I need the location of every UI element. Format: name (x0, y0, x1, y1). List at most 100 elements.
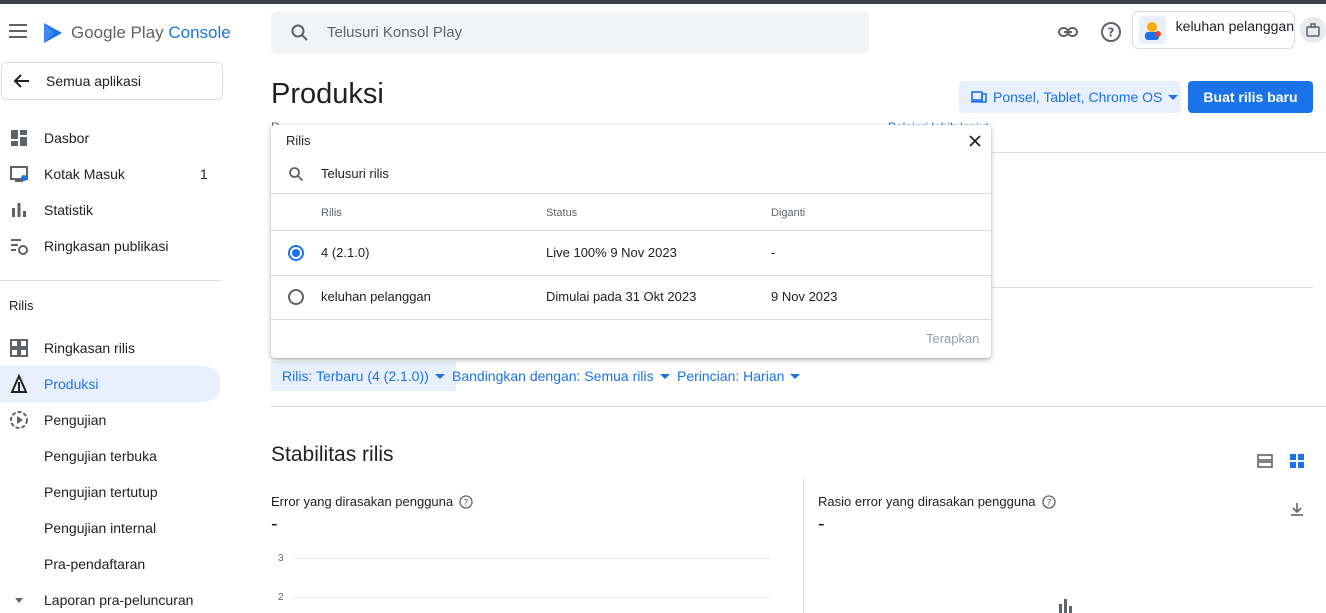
link-icon[interactable] (1056, 20, 1080, 44)
sidebar-item-label: Ringkasan rilis (44, 340, 136, 356)
release-filter-label: Rilis: Terbaru (4 (2.1.0)) (282, 368, 429, 384)
device-filter-label: Ponsel, Tablet, Chrome OS (993, 89, 1163, 105)
search-placeholder: Telusuri Konsol Play (327, 24, 463, 41)
sidebar-item-publishing-overview[interactable]: Ringkasan publikasi (0, 228, 221, 264)
sidebar-item-label: Laporan pra-peluncuran (44, 592, 194, 608)
column-header-status: Status (546, 207, 578, 219)
account-name: keluhan pelanggan (1175, 18, 1294, 34)
briefcase-icon (1306, 23, 1320, 37)
column-header-replaced: Diganti (771, 207, 806, 219)
sidebar-item-testing[interactable]: Pengujian (0, 402, 221, 438)
release-picker-title: Rilis (286, 133, 311, 148)
sidebar-item-pre-registration[interactable]: Pra-pendaftaran (0, 546, 221, 582)
search-icon (289, 167, 304, 182)
play-console-logo-icon (44, 23, 62, 43)
metric-value-user-perceived-errors: - (271, 513, 278, 535)
help-icon[interactable]: ? (1041, 494, 1056, 509)
release-search-input[interactable]: Telusuri rilis (321, 166, 389, 181)
release-radio-selected[interactable] (288, 245, 304, 261)
sidebar-item-label: Statistik (44, 202, 94, 218)
divider (271, 275, 991, 276)
release-status: Dimulai pada 31 Okt 2023 (546, 289, 697, 304)
sidebar-item-label: Produksi (44, 376, 99, 392)
release-replaced: - (771, 245, 776, 260)
sidebar-item-label: Kotak Masuk (44, 166, 125, 182)
sidebar-item-label: Ringkasan publikasi (44, 238, 169, 254)
release-replaced: 9 Nov 2023 (771, 289, 838, 304)
sidebar-divider (0, 280, 221, 281)
release-status: Live 100% 9 Nov 2023 (546, 245, 677, 260)
apply-button[interactable]: Terapkan (926, 331, 979, 346)
sidebar-item-label: Pengujian tertutup (44, 484, 158, 500)
search-input[interactable]: Telusuri Konsol Play (271, 11, 869, 54)
sidebar-section-release: Rilis (9, 298, 34, 313)
publishing-overview-icon (11, 239, 28, 255)
release-picker-dialog: Rilis Telusuri rilis Rilis Status Digant… (271, 125, 991, 358)
compare-filter-chip[interactable]: Bandingkan dengan: Semua rilis (452, 361, 670, 391)
sidebar-item-dashboard[interactable]: Dasbor (0, 120, 221, 156)
sidebar-item-statistics[interactable]: Statistik (0, 192, 221, 228)
chart-gridline (293, 597, 770, 598)
list-view-icon[interactable] (1257, 453, 1273, 469)
sidebar-item-label: Pengujian internal (44, 520, 157, 536)
svg-text:?: ? (464, 498, 469, 508)
release-name: keluhan pelanggan (321, 289, 431, 304)
sidebar-item-closed-testing[interactable]: Pengujian tertutup (0, 474, 221, 510)
download-icon[interactable] (1290, 502, 1304, 516)
dashboard-icon (11, 130, 27, 146)
chevron-down-icon (790, 373, 801, 379)
sidebar-item-label: Pra-pendaftaran (44, 556, 146, 572)
all-apps-label: Semua aplikasi (46, 73, 141, 89)
sidebar-item-inbox[interactable]: Kotak Masuk 1 (0, 156, 221, 192)
arrow-back-icon (13, 74, 29, 88)
production-icon (10, 374, 28, 393)
sidebar-item-release-overview[interactable]: Ringkasan rilis (0, 330, 221, 366)
page-title: Produksi (271, 78, 384, 110)
divider (271, 230, 991, 231)
sidebar-item-production[interactable]: Produksi (0, 366, 221, 402)
divider (271, 193, 991, 194)
metric-value-user-perceived-error-rate: - (818, 513, 825, 535)
chart-y-tick: 2 (278, 592, 284, 603)
release-overview-icon (10, 339, 28, 357)
svg-text:?: ? (1108, 26, 1115, 40)
app-title: Google Play Console (71, 23, 231, 42)
menu-icon[interactable] (9, 24, 27, 38)
chart-y-tick: 3 (278, 553, 284, 564)
sidebar-item-label: Pengujian terbuka (44, 448, 157, 464)
breakdown-filter-chip[interactable]: Perincian: Harian (677, 361, 801, 391)
sidebar-item-label: Dasbor (44, 130, 90, 146)
compare-filter-label: Bandingkan dengan: Semua rilis (452, 368, 654, 384)
breakdown-filter-label: Perincian: Harian (677, 368, 785, 384)
sidebar-item-label: Pengujian (44, 412, 107, 428)
release-name: 4 (2.1.0) (321, 245, 370, 260)
sidebar-item-pre-launch-report[interactable]: Laporan pra-peluncuran (0, 582, 221, 613)
account-switcher[interactable]: keluhan pelanggan (1132, 11, 1295, 49)
metric-label-user-perceived-error-rate: Rasio error yang dirasakan pengguna ? (818, 494, 1056, 509)
testing-icon (10, 411, 28, 429)
release-radio[interactable] (288, 289, 304, 305)
all-apps-button[interactable]: Semua aplikasi (1, 62, 223, 100)
metric-label-user-perceived-errors: Error yang dirasakan pengguna ? (271, 494, 473, 509)
top-border (0, 0, 1326, 4)
app-logo[interactable]: Google Play Console (42, 22, 231, 44)
device-filter-button[interactable]: Ponsel, Tablet, Chrome OS (959, 81, 1181, 113)
divider (271, 319, 991, 320)
column-header-release: Rilis (321, 207, 342, 219)
chart-placeholder-icon (1059, 599, 1072, 613)
sidebar-item-open-testing[interactable]: Pengujian terbuka (0, 438, 221, 474)
chart-gridline (293, 558, 770, 559)
account-apps-button[interactable] (1300, 17, 1326, 43)
sidebar-item-internal-testing[interactable]: Pengujian internal (0, 510, 221, 546)
chevron-down-icon (659, 373, 670, 379)
chevron-down-icon (434, 373, 445, 379)
devices-icon (971, 91, 987, 103)
inbox-icon (10, 166, 28, 182)
help-icon[interactable]: ? (1099, 20, 1123, 44)
grid-view-icon[interactable] (1289, 453, 1305, 469)
close-icon[interactable] (968, 134, 982, 148)
help-icon[interactable]: ? (459, 494, 473, 509)
release-filter-chip[interactable]: Rilis: Terbaru (4 (2.1.0)) (271, 361, 456, 391)
divider (271, 406, 1326, 407)
create-release-button[interactable]: Buat rilis baru (1188, 81, 1313, 113)
